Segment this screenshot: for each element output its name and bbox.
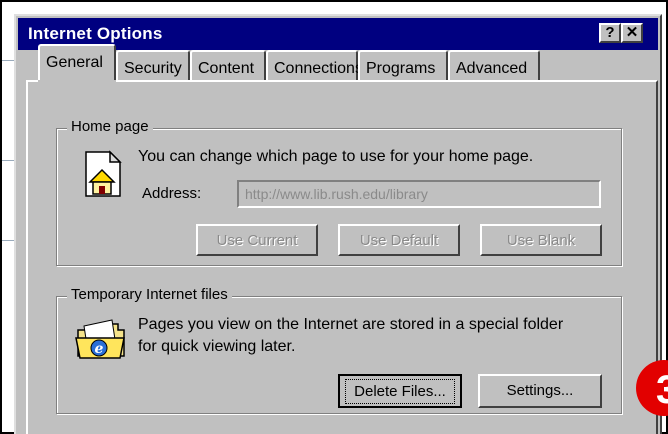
tab-connections[interactable]: Connections (266, 50, 363, 82)
use-blank-button[interactable]: Use Blank (480, 224, 602, 256)
temporary-files-description-line1: Pages you view on the Internet are store… (138, 316, 564, 333)
temporary-files-folder-icon: e (75, 319, 125, 359)
dialog-title: Internet Options (28, 24, 163, 43)
tab-security[interactable]: Security (116, 50, 190, 82)
background-line (2, 60, 14, 61)
home-page-legend: Home page (67, 118, 153, 135)
use-current-button[interactable]: Use Current (196, 224, 318, 256)
address-label: Address: (142, 185, 202, 202)
home-page-description: You can change which page to use for you… (138, 148, 534, 165)
address-field[interactable]: http://www.lib.rush.edu/library (237, 180, 601, 208)
tab-content[interactable]: Content (190, 50, 266, 82)
delete-files-button[interactable]: Delete Files... (338, 374, 462, 408)
delete-files-label: Delete Files... (345, 379, 455, 404)
settings-button[interactable]: Settings... (478, 374, 602, 408)
tab-advanced[interactable]: Advanced (448, 50, 540, 82)
tab-programs[interactable]: Programs (358, 50, 448, 82)
use-default-button[interactable]: Use Default (338, 224, 460, 256)
temporary-files-description-line2: for quick viewing later. (138, 338, 296, 355)
help-button[interactable]: ? (599, 23, 621, 43)
step-marker-number: 3 (656, 368, 668, 412)
active-tab-joiner (38, 80, 116, 84)
settings-label: Settings... (506, 382, 574, 399)
use-current-label: Use Current (216, 232, 298, 249)
svg-text:e: e (95, 341, 104, 357)
background-line (2, 160, 14, 161)
home-page-icon (85, 150, 122, 197)
close-button[interactable]: ✕ (621, 23, 643, 43)
tab-general[interactable]: General (38, 44, 116, 82)
background-line (2, 240, 14, 241)
use-blank-label: Use Blank (506, 232, 576, 249)
temporary-files-legend: Temporary Internet files (67, 286, 232, 303)
use-default-label: Use Default (359, 232, 439, 249)
